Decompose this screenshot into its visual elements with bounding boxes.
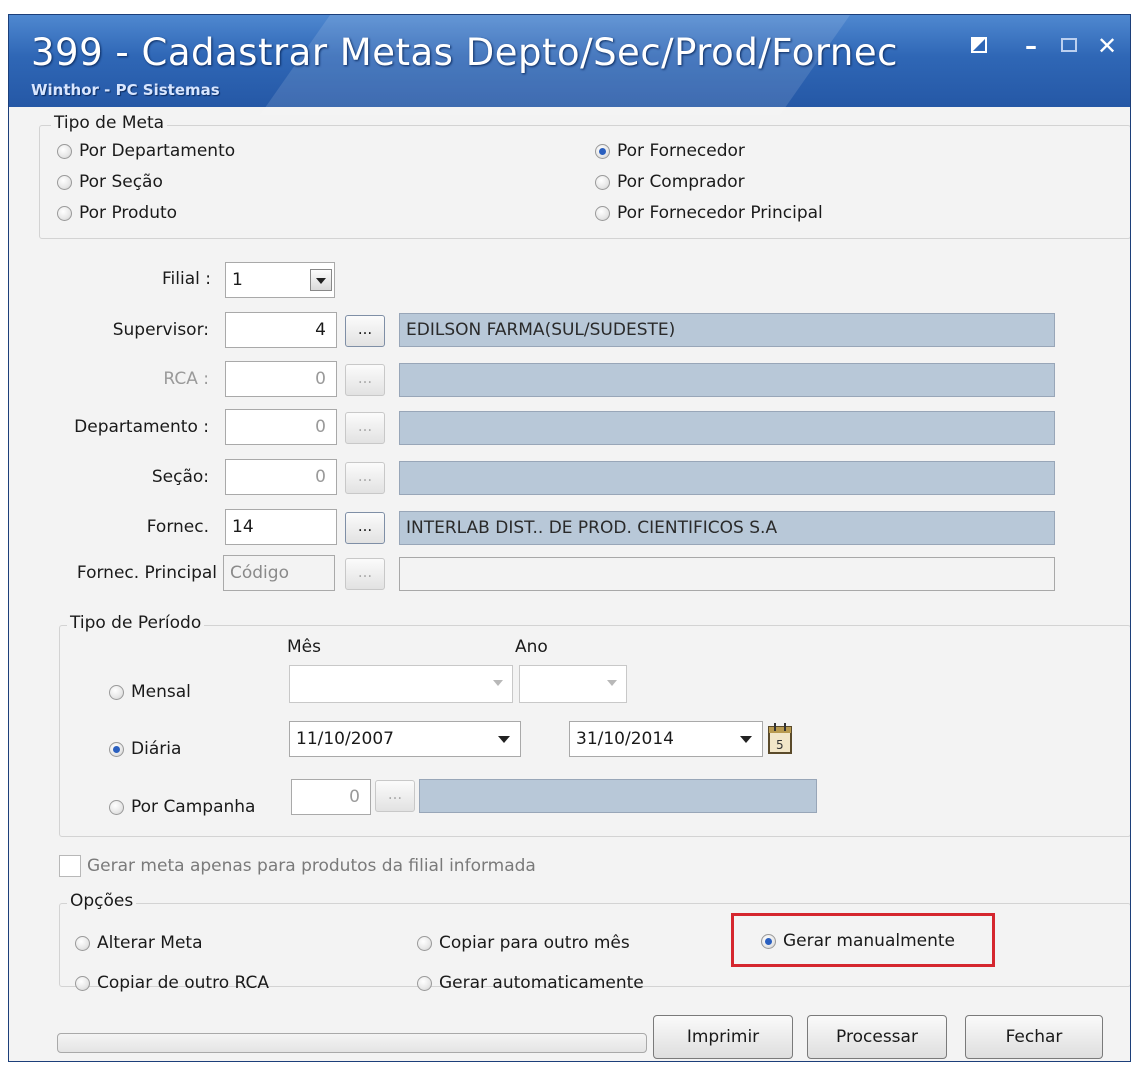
date-end-picker[interactable]: 31/10/2014: [569, 721, 763, 757]
opcoes-title: Opções: [67, 891, 137, 911]
radio-copiar-rca[interactable]: Copiar de outro RCA: [75, 973, 269, 993]
radio-por-campanha[interactable]: Por Campanha: [109, 797, 255, 817]
progress-bar: [57, 1033, 647, 1053]
title-bar[interactable]: 399 - Cadastrar Metas Depto/Sec/Prod/For…: [9, 15, 1130, 115]
fornec-code-input[interactable]: 14: [225, 509, 337, 545]
fechar-button[interactable]: Fechar: [965, 1015, 1103, 1059]
campanha-code-input[interactable]: 0: [291, 779, 371, 815]
filial-label: Filial :: [162, 269, 211, 289]
radio-por-fornecedor[interactable]: Por Fornecedor: [595, 141, 745, 161]
chevron-down-icon[interactable]: [740, 736, 752, 743]
window-subtitle: Winthor - PC Sistemas: [31, 81, 220, 99]
dialog-body: Tipo de Meta Por Departamento Por Seção …: [9, 107, 1130, 1061]
departamento-description: [399, 411, 1055, 445]
secao-description: [399, 461, 1055, 495]
fornec-principal-label: Fornec. Principal: [76, 563, 217, 583]
fornec-principal-description: [399, 557, 1055, 591]
restore-icon[interactable]: [967, 35, 991, 57]
date-start-picker[interactable]: 11/10/2007: [289, 721, 521, 757]
filial-select[interactable]: 1: [225, 262, 335, 298]
supervisor-label: Supervisor:: [112, 320, 209, 340]
secao-label: Seção:: [151, 467, 209, 487]
app-window: 399 - Cadastrar Metas Depto/Sec/Prod/For…: [8, 14, 1131, 1062]
radio-por-comprador[interactable]: Por Comprador: [595, 172, 745, 192]
mes-select[interactable]: [289, 665, 513, 703]
radio-alterar-meta[interactable]: Alterar Meta: [75, 933, 203, 953]
radio-gerar-manualmente[interactable]: Gerar manualmente: [761, 931, 955, 951]
radio-copiar-mes[interactable]: Copiar para outro mês: [417, 933, 630, 953]
imprimir-button[interactable]: Imprimir: [653, 1015, 793, 1059]
ano-label: Ano: [515, 637, 548, 657]
radio-por-produto[interactable]: Por Produto: [57, 203, 177, 223]
filial-products-checkbox[interactable]: Gerar meta apenas para produtos da filia…: [59, 855, 536, 877]
radio-diaria[interactable]: Diária: [109, 739, 181, 759]
radio-por-fornecedor-principal[interactable]: Por Fornecedor Principal: [595, 203, 823, 223]
departamento-lookup-button[interactable]: ...: [345, 412, 385, 444]
chevron-down-icon[interactable]: [602, 672, 624, 694]
secao-code-input[interactable]: 0: [225, 459, 337, 495]
supervisor-description: EDILSON FARMA(SUL/SUDESTE): [399, 313, 1055, 347]
rca-lookup-button[interactable]: ...: [345, 364, 385, 396]
campanha-lookup-button[interactable]: ...: [375, 780, 415, 812]
fornec-description: INTERLAB DIST.. DE PROD. CIENTIFICOS S.A: [399, 511, 1055, 545]
svg-text:5: 5: [776, 738, 784, 752]
rca-label: RCA :: [163, 369, 209, 389]
secao-lookup-button[interactable]: ...: [345, 462, 385, 494]
maximize-icon[interactable]: [1057, 35, 1081, 57]
chevron-down-icon[interactable]: [488, 672, 510, 694]
chevron-down-icon[interactable]: [498, 736, 510, 743]
window-title: 399 - Cadastrar Metas Depto/Sec/Prod/For…: [31, 31, 898, 74]
close-icon[interactable]: ✕: [1095, 34, 1119, 58]
fornec-principal-code-input[interactable]: Código: [223, 555, 335, 591]
supervisor-lookup-button[interactable]: ...: [345, 315, 385, 347]
departamento-label: Departamento :: [74, 417, 209, 437]
fornec-lookup-button[interactable]: ...: [345, 512, 385, 544]
tipo-periodo-title: Tipo de Período: [67, 613, 205, 633]
radio-por-departamento[interactable]: Por Departamento: [57, 141, 235, 161]
mes-label: Mês: [287, 637, 321, 657]
radio-gerar-automaticamente[interactable]: Gerar automaticamente: [417, 973, 644, 993]
minimize-icon[interactable]: –: [1019, 34, 1043, 58]
processar-button[interactable]: Processar: [807, 1015, 947, 1059]
fornec-label: Fornec.: [146, 517, 209, 537]
radio-por-secao[interactable]: Por Seção: [57, 172, 163, 192]
campanha-description: [419, 779, 817, 813]
tipo-meta-title: Tipo de Meta: [51, 113, 168, 133]
ano-select[interactable]: [519, 665, 627, 703]
calendar-icon[interactable]: 5: [765, 721, 795, 757]
supervisor-code-input[interactable]: 4: [225, 312, 337, 348]
rca-code-input[interactable]: 0: [225, 361, 337, 397]
fornec-principal-lookup-button[interactable]: ...: [345, 558, 385, 590]
departamento-code-input[interactable]: 0: [225, 409, 337, 445]
chevron-down-icon[interactable]: [310, 269, 332, 291]
rca-description: [399, 363, 1055, 397]
radio-mensal[interactable]: Mensal: [109, 682, 191, 702]
